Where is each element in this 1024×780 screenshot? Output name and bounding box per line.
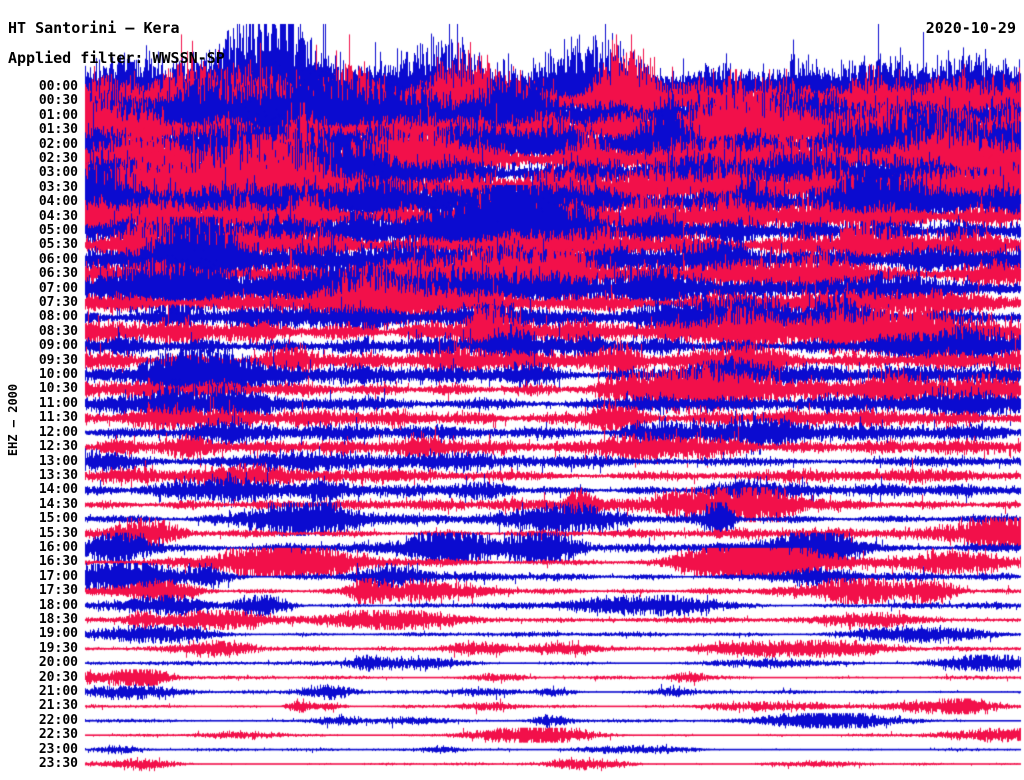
time-label-06:30: 06:30 (38, 266, 78, 282)
time-label-00:30: 00:30 (38, 93, 78, 109)
time-label-09:30: 09:30 (38, 352, 78, 368)
time-label-22:30: 22:30 (38, 727, 78, 743)
time-label-10:00: 10:00 (38, 367, 78, 383)
time-label-15:30: 15:30 (38, 525, 78, 541)
time-label-23:30: 23:30 (38, 756, 78, 771)
time-label-01:00: 01:00 (38, 107, 78, 123)
time-label-21:30: 21:30 (38, 698, 78, 714)
time-label-09:00: 09:00 (38, 338, 78, 354)
time-label-08:00: 08:00 (38, 309, 78, 325)
time-label-13:30: 13:30 (38, 467, 78, 483)
time-label-04:00: 04:00 (38, 194, 78, 210)
time-label-16:00: 16:00 (38, 539, 78, 555)
date-label: 2020-10-29 (925, 19, 1016, 37)
station-title: HT Santorini — Kera (8, 19, 180, 37)
time-label-03:30: 03:30 (38, 179, 78, 195)
time-label-17:00: 17:00 (38, 568, 78, 584)
time-label-16:30: 16:30 (38, 554, 78, 570)
time-label-05:00: 05:00 (38, 223, 78, 239)
time-label-13:00: 13:00 (38, 453, 78, 469)
time-label-18:00: 18:00 (38, 597, 78, 613)
time-label-02:30: 02:30 (38, 151, 78, 167)
time-label-20:00: 20:00 (38, 655, 78, 671)
time-label-07:30: 07:30 (38, 295, 78, 311)
time-label-21:00: 21:00 (38, 683, 78, 699)
time-label-14:30: 14:30 (38, 496, 78, 512)
time-label-23:00: 23:00 (38, 741, 78, 757)
time-label-08:30: 08:30 (38, 323, 78, 339)
channel-axis-label: EHZ — 2000 (6, 383, 20, 457)
applied-filter-label: Applied filter: WWSSN-SP (8, 49, 225, 67)
time-label-15:00: 15:00 (38, 511, 78, 527)
time-label-03:00: 03:00 (38, 165, 78, 181)
time-label-19:30: 19:30 (38, 640, 78, 656)
time-label-20:30: 20:30 (38, 669, 78, 685)
seismogram-canvas (0, 0, 1024, 780)
time-label-07:00: 07:00 (38, 280, 78, 296)
time-label-06:00: 06:00 (38, 251, 78, 267)
time-label-00:00: 00:00 (38, 79, 78, 94)
time-label-05:30: 05:30 (38, 237, 78, 253)
time-label-01:30: 01:30 (38, 122, 78, 138)
time-label-22:00: 22:00 (38, 712, 78, 728)
time-label-17:30: 17:30 (38, 583, 78, 599)
time-label-18:30: 18:30 (38, 611, 78, 627)
helicorder-page: HT Santorini — Kera Applied filter: WWSS… (0, 0, 1024, 780)
time-label-19:00: 19:00 (38, 626, 78, 642)
time-label-14:00: 14:00 (38, 482, 78, 498)
time-label-04:30: 04:30 (38, 208, 78, 224)
time-label-02:00: 02:00 (38, 136, 78, 152)
